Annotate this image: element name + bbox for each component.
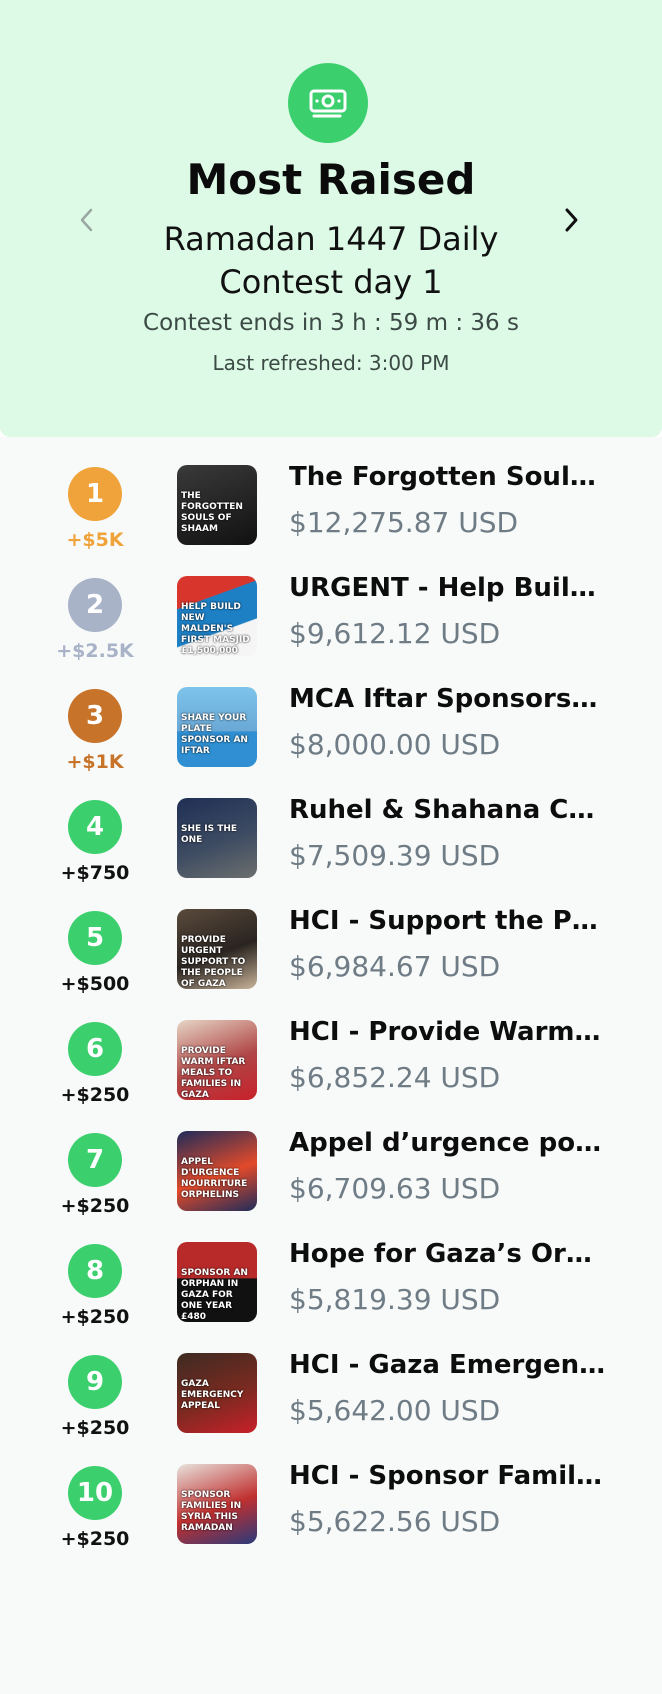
prize-amount: +$1K [66,751,124,773]
leaderboard-row[interactable]: 3 +$1K Share your plate Sponsor an iftar MC… [0,684,662,809]
leaderboard-row[interactable]: 4 +$750 She is the one Ruhel & Shahana Char… [0,795,662,920]
thumbnail-caption: She is the one [181,824,238,845]
amount-raised: $8,000.00 USD [289,728,501,761]
campaign-name[interactable]: Appel d’urgence pour les orphelins [289,1128,609,1158]
amount-raised: $6,984.67 USD [289,950,501,983]
campaign-thumbnail[interactable]: Provide warm iftar meals to families in … [177,1020,257,1100]
leaderboard-row[interactable]: 10 +$250 Sponsor families in Syria this Ra… [0,1461,662,1586]
amount-raised: $5,642.00 USD [289,1394,501,1427]
campaign-thumbnail[interactable]: She is the one [177,798,257,878]
campaign-name[interactable]: HCI - Provide Warm Iftar Meals [289,1017,609,1047]
campaign-name[interactable]: HCI - Sponsor Families in Syria [289,1461,609,1491]
chevron-left-icon [80,208,93,232]
leaderboard-row[interactable]: 5 +$500 Provide urgent support to the peop… [0,906,662,1031]
amount-raised: $12,275.87 USD [289,506,519,539]
prize-amount: +$5K [66,529,124,551]
next-contest-button[interactable] [556,200,586,240]
thumbnail-caption: Sponsor an orphan in Gaza for one year £… [181,1268,248,1322]
rank-badge: 2 [68,578,122,632]
campaign-thumbnail[interactable]: The Forgotten Souls of Shaam [177,465,257,545]
campaign-name[interactable]: The Forgotten Souls Of Shaam [289,462,609,492]
money-icon [288,63,368,143]
rank-badge: 5 [68,911,122,965]
campaign-thumbnail[interactable]: Help build New Malden's first masjid £1,… [177,576,257,656]
thumbnail-caption: The Forgotten Souls of Shaam [181,491,243,534]
leaderboard-row[interactable]: 9 +$250 Gaza emergency appeal HCI - Gaza Em… [0,1350,662,1475]
previous-contest-button[interactable] [72,200,102,240]
rank-badge: 10 [68,1466,122,1520]
chevron-right-icon [565,208,578,232]
campaign-thumbnail[interactable]: Appel d'urgence nourriture orphelins [177,1131,257,1211]
prize-amount: +$250 [60,1306,130,1328]
rank-badge: 1 [68,467,122,521]
campaign-thumbnail[interactable]: Sponsor an orphan in Gaza for one year £… [177,1242,257,1322]
prize-amount: +$2.5K [56,640,134,662]
campaign-name[interactable]: MCA Iftar Sponsorship [289,684,609,714]
prize-amount: +$500 [60,973,130,995]
campaign-name[interactable]: HCI - Support the People of Gaza [289,906,609,936]
thumbnail-caption: Gaza emergency appeal [181,1379,244,1411]
prize-amount: +$250 [60,1417,130,1439]
rank-badge: 8 [68,1244,122,1298]
amount-raised: $5,819.39 USD [289,1283,501,1316]
campaign-name[interactable]: HCI - Gaza Emergency Appeal [289,1350,609,1380]
leaderboard-list: 1 +$5K The Forgotten Souls of Shaam The For… [0,437,662,1694]
thumbnail-caption: Sponsor families in Syria this Ramadan [181,1490,242,1533]
leaderboard-row[interactable]: 8 +$250 Sponsor an orphan in Gaza for one … [0,1239,662,1364]
campaign-name[interactable]: Ruhel & Shahana Charity Project [289,795,609,825]
page-title: Most Raised [186,155,476,204]
amount-raised: $7,509.39 USD [289,839,501,872]
campaign-thumbnail[interactable]: Gaza emergency appeal [177,1353,257,1433]
campaign-name[interactable]: URGENT - Help Build New Malden's First M… [289,573,609,603]
amount-raised: $6,852.24 USD [289,1061,501,1094]
amount-raised: $6,709.63 USD [289,1172,501,1205]
campaign-thumbnail[interactable]: Provide urgent support to the people of … [177,909,257,989]
rank-badge: 6 [68,1022,122,1076]
last-refreshed: Last refreshed: 3:00 PM [212,351,450,375]
contest-countdown: Contest ends in 3 h : 59 m : 36 s [143,310,519,336]
thumbnail-caption: Help build New Malden's first masjid £1,… [181,602,250,656]
contest-name: Ramadan 1447 Daily Contest day 1 [163,220,499,301]
rank-badge: 9 [68,1355,122,1409]
campaign-thumbnail[interactable]: Sponsor families in Syria this Ramadan [177,1464,257,1544]
campaign-name[interactable]: Hope for Gaza’s Orphans [289,1239,609,1269]
prize-amount: +$250 [60,1528,130,1550]
thumbnail-caption: Provide warm iftar meals to families in … [181,1046,246,1100]
leaderboard-row[interactable]: 1 +$5K The Forgotten Souls of Shaam The For… [0,462,662,587]
thumbnail-caption: Share your plate Sponsor an iftar [181,713,248,756]
rank-badge: 3 [68,689,122,743]
thumbnail-caption: Appel d'urgence nourriture orphelins [181,1157,248,1200]
rank-badge: 4 [68,800,122,854]
rank-badge: 7 [68,1133,122,1187]
thumbnail-caption: Provide urgent support to the people of … [181,935,246,989]
prize-amount: +$250 [60,1084,130,1106]
leaderboard-row[interactable]: 6 +$250 Provide warm iftar meals to famili… [0,1017,662,1142]
contest-header: Most Raised Ramadan 1447 Daily Contest d… [0,0,662,437]
prize-amount: +$250 [60,1195,130,1217]
amount-raised: $9,612.12 USD [289,617,501,650]
amount-raised: $5,622.56 USD [289,1505,501,1538]
prize-amount: +$750 [60,862,130,884]
leaderboard-row[interactable]: 7 +$250 Appel d'urgence nourriture orpheli… [0,1128,662,1253]
leaderboard-row[interactable]: 2 +$2.5K Help build New Malden's first mas… [0,573,662,698]
campaign-thumbnail[interactable]: Share your plate Sponsor an iftar [177,687,257,767]
